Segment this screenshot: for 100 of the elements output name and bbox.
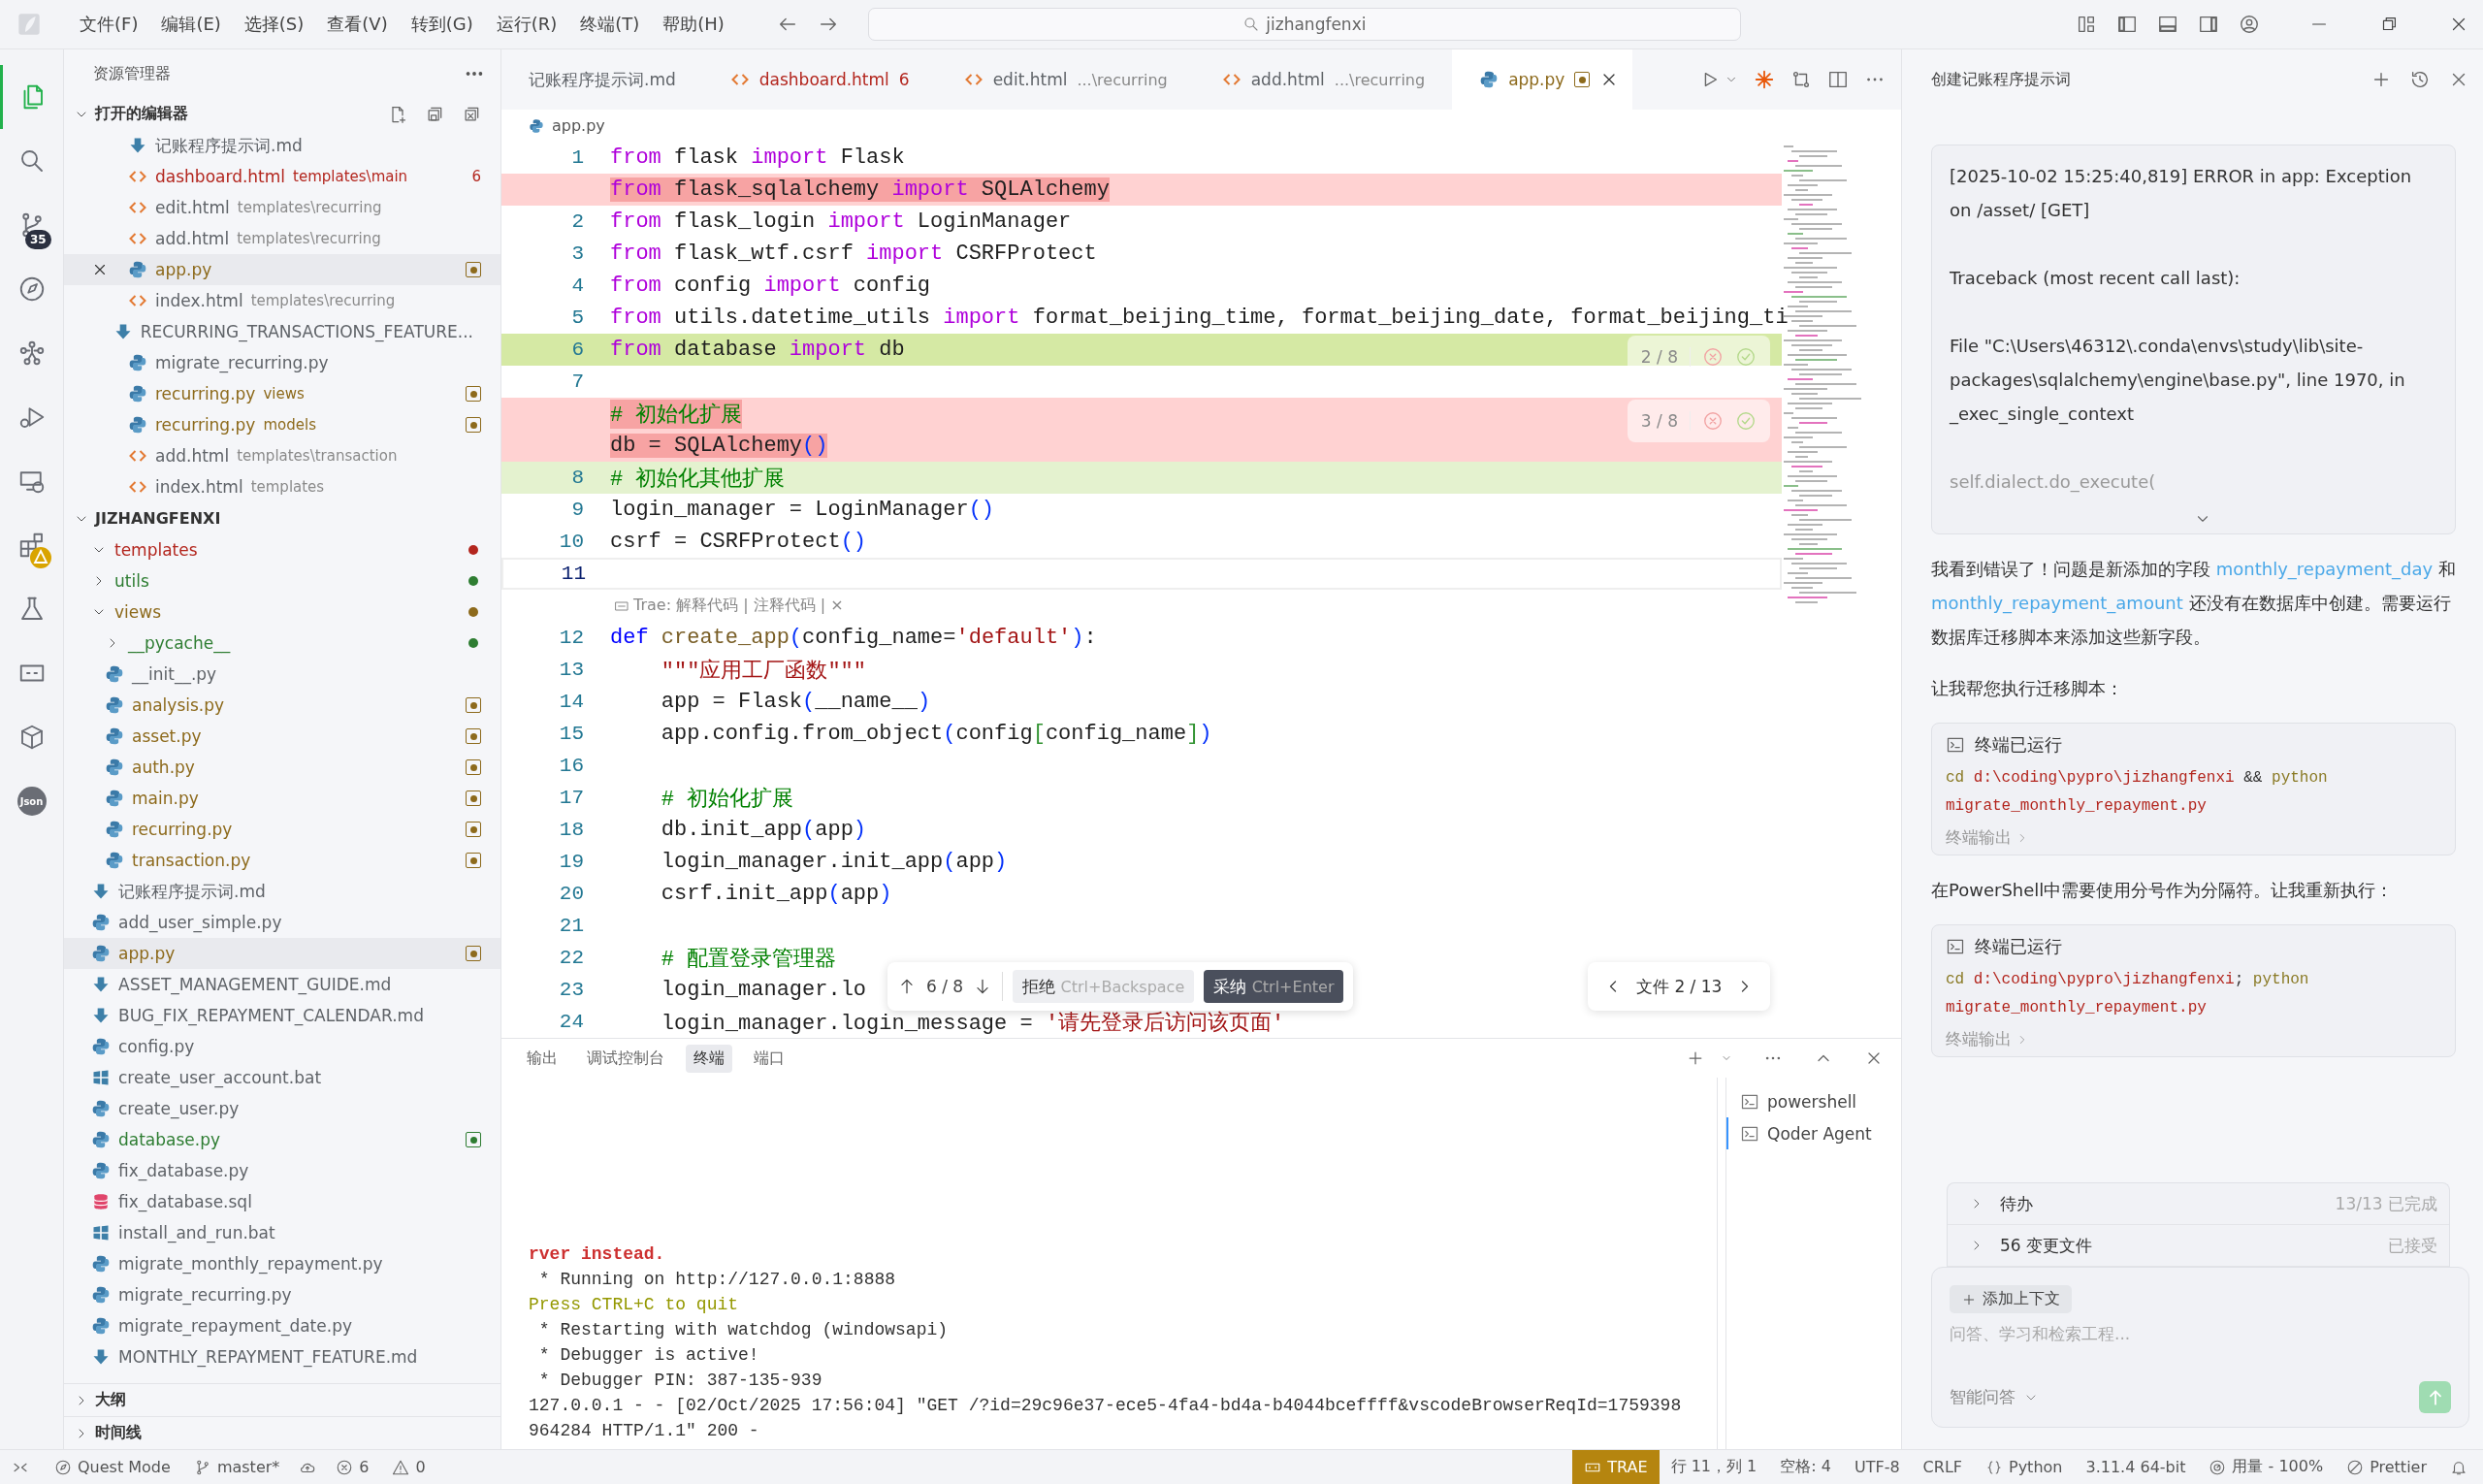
file-item[interactable]: MONTHLY_REPAYMENT_FEATURE.md	[64, 1341, 500, 1372]
folder-item[interactable]: __pycache__	[64, 628, 500, 659]
compare-icon[interactable]	[1790, 69, 1812, 90]
open-editor-item[interactable]: RECURRING_TRANSACTIONS_FEATURE...	[64, 316, 500, 347]
file-item[interactable]: ASSET_MANAGEMENT_GUIDE.md	[64, 969, 500, 1000]
file-item[interactable]: app.py	[64, 938, 500, 969]
accept-button[interactable]: 采纳 Ctrl+Enter	[1204, 970, 1344, 1003]
file-item[interactable]: analysis.py	[64, 690, 500, 721]
file-item[interactable]: asset.py	[64, 721, 500, 752]
status-item[interactable]: Prettier	[2335, 1450, 2438, 1484]
terminal-item[interactable]: powershell	[1726, 1085, 1901, 1117]
file-item[interactable]: recurring.py	[64, 814, 500, 845]
editor-tab[interactable]: dashboard.html 6	[702, 49, 937, 110]
file-item[interactable]: fix_database.sql	[64, 1186, 500, 1217]
folder-item[interactable]: templates	[64, 534, 500, 565]
open-editor-item[interactable]: index.html templates\recurring	[64, 285, 500, 316]
status-item[interactable]: 6	[324, 1450, 381, 1484]
problem-count: 6	[898, 70, 910, 89]
chat-input-box[interactable]: 添加上下文 问答、学习和检索工程... 智能问答	[1931, 1267, 2469, 1428]
open-editor-item[interactable]: app.py	[64, 254, 500, 285]
activity-item[interactable]: Json	[0, 769, 63, 833]
file-item[interactable]: main.py	[64, 783, 500, 814]
file-item[interactable]: add_user_simple.py	[64, 907, 500, 938]
panel-tab[interactable]: 输出	[519, 1044, 565, 1073]
file-item[interactable]: database.py	[64, 1124, 500, 1155]
open-editor-item[interactable]: add.html templates\recurring	[64, 223, 500, 254]
menu-item[interactable]: 终端(T)	[570, 9, 650, 40]
open-editor-item[interactable]: add.html templates\transaction	[64, 440, 500, 471]
open-editor-item[interactable]: edit.html templates\recurring	[64, 192, 500, 223]
editor-tab[interactable]: add.html ...\recurring	[1194, 49, 1453, 110]
open-editor-item[interactable]: 记账程序提示词.md	[64, 130, 500, 161]
windows-icon	[91, 1223, 111, 1242]
reject-button[interactable]: 拒绝 Ctrl+Backspace	[1013, 970, 1195, 1003]
file-item[interactable]: fix_database.py	[64, 1155, 500, 1186]
file-item[interactable]: 记账程序提示词.md	[64, 876, 500, 907]
menu-item[interactable]: 帮助(H)	[653, 9, 734, 40]
status-item[interactable]: 用量 - 100%	[2197, 1450, 2336, 1484]
add-context-button[interactable]: 添加上下文	[1950, 1285, 2072, 1313]
file-item[interactable]: install_and_run.bat	[64, 1217, 500, 1248]
account-icon[interactable]	[2239, 14, 2260, 35]
sidebar-toggle-icon[interactable]	[2116, 14, 2138, 35]
status-item[interactable]: 0	[380, 1450, 437, 1484]
status-item[interactable]: Python	[1974, 1450, 2075, 1484]
menu-item[interactable]: 编辑(E)	[151, 9, 231, 40]
code-lens[interactable]: Trae: 解释代码 | 注释代码 | ×	[633, 596, 844, 616]
summary-row[interactable]: 待办 13/13 已完成	[1948, 1183, 2449, 1225]
open-editor-item[interactable]: recurring.py models	[64, 409, 500, 440]
layout-icon[interactable]	[2076, 14, 2097, 35]
menu-item[interactable]: 转到(G)	[401, 9, 483, 40]
panel-toggle-icon[interactable]	[2157, 14, 2178, 35]
file-item[interactable]: create_user.py	[64, 1093, 500, 1124]
panel-tab[interactable]: 终端	[686, 1044, 732, 1073]
file-item[interactable]: transaction.py	[64, 845, 500, 876]
menu-item[interactable]: 文件(F)	[70, 9, 148, 40]
editor-tab[interactable]: 记账程序提示词.md	[501, 49, 703, 110]
history-icon[interactable]	[2409, 69, 2431, 90]
folder-item[interactable]: utils	[64, 565, 500, 597]
sparkle-icon[interactable]	[1754, 69, 1775, 90]
menu-item[interactable]: 运行(R)	[486, 9, 567, 40]
section-header[interactable]: 打开的编辑器	[64, 98, 500, 130]
file-item[interactable]: migrate_repayment_date.py	[64, 1310, 500, 1341]
chat-input-field[interactable]: 问答、学习和检索工程...	[1950, 1323, 2451, 1371]
status-item[interactable]: 行 11，列 1	[1659, 1450, 1769, 1484]
menu-item[interactable]: 查看(V)	[317, 9, 398, 40]
editor-tab[interactable]: edit.html ...\recurring	[936, 49, 1195, 110]
command-center[interactable]: jizhangfenxi	[867, 8, 1741, 41]
panel-tab[interactable]: 端口	[746, 1044, 792, 1073]
file-item[interactable]: create_user_account.bat	[64, 1062, 500, 1093]
status-item[interactable]: 3.11.4 64-bit	[2074, 1450, 2198, 1484]
secondary-sidebar-toggle-icon[interactable]	[2198, 14, 2219, 35]
breadcrumb[interactable]: app.py	[552, 116, 605, 135]
mode-dropdown[interactable]: 智能问答	[1950, 1386, 2039, 1408]
editor-tab[interactable]: app.py	[1452, 49, 1633, 110]
activity-item[interactable]: 35	[0, 193, 63, 257]
file-item[interactable]: migrate_monthly_repayment.py	[64, 1248, 500, 1279]
file-item[interactable]: __init__.py	[64, 659, 500, 690]
status-item[interactable]: TRAE	[1572, 1450, 1660, 1484]
open-editor-item[interactable]: dashboard.html templates\main 6	[64, 161, 500, 192]
open-editor-item[interactable]: index.html templates	[64, 471, 500, 502]
terminal-item[interactable]: Qoder Agent	[1726, 1117, 1901, 1149]
file-item[interactable]: config.py	[64, 1031, 500, 1062]
file-item[interactable]: auth.py	[64, 752, 500, 783]
section-header[interactable]: JIZHANGFENXI	[64, 502, 500, 534]
menu-item[interactable]: 选择(S)	[234, 9, 314, 40]
file-item[interactable]: BUG_FIX_REPAYMENT_CALENDAR.md	[64, 1000, 500, 1031]
summary-label: 56 变更文件	[2000, 1234, 2093, 1257]
status-item[interactable]: CRLF	[1911, 1450, 1974, 1484]
chat-title: 创建记账程序提示词	[1931, 69, 2071, 90]
open-editor-item[interactable]: recurring.py views	[64, 378, 500, 409]
section-header[interactable]: 大纲	[64, 1383, 500, 1416]
panel-tab[interactable]: 调试控制台	[579, 1044, 672, 1073]
folder-item[interactable]: views	[64, 597, 500, 628]
open-editor-item[interactable]: migrate_recurring.py	[64, 347, 500, 378]
python-file-icon	[128, 384, 147, 403]
status-item[interactable]: Quest Mode	[43, 1450, 182, 1484]
file-item[interactable]: migrate_recurring.py	[64, 1279, 500, 1310]
status-item[interactable]: UTF-8	[1842, 1450, 1912, 1484]
status-item[interactable]: 空格: 4	[1768, 1450, 1843, 1484]
status-item[interactable]: master*	[181, 1450, 292, 1484]
split-editor-icon[interactable]	[1827, 69, 1849, 90]
